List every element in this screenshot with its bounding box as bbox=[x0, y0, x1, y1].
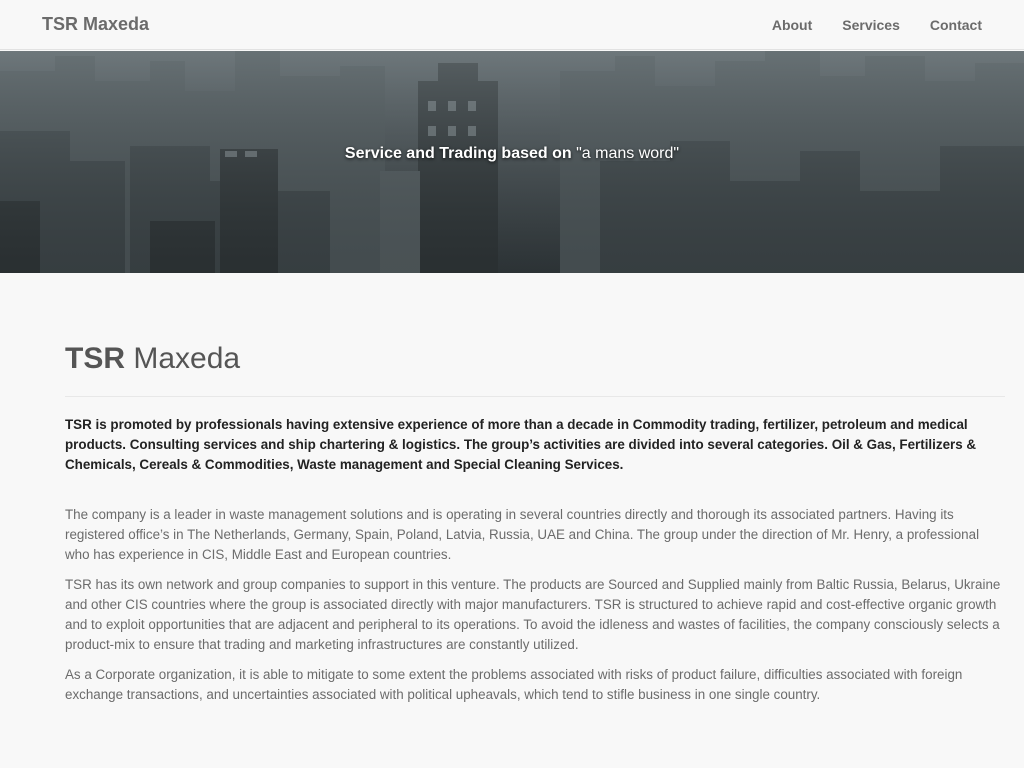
nav-link-contact[interactable]: Contact bbox=[915, 0, 982, 50]
hero-tagline: Service and Trading based on "a mans wor… bbox=[0, 145, 1024, 163]
body-paragraph-2: TSR has its own network and group compan… bbox=[65, 577, 1001, 652]
nav-links: About Services Contact bbox=[757, 0, 982, 50]
hero-banner: Service and Trading based on "a mans wor… bbox=[0, 51, 1024, 273]
divider bbox=[65, 396, 1005, 397]
page-title-bold: TSR bbox=[65, 342, 125, 375]
lead-paragraph: TSR is promoted by professionals having … bbox=[65, 417, 977, 472]
body-paragraph-1: The company is a leader in waste managem… bbox=[65, 507, 980, 562]
hero-tagline-quote: "a mans word" bbox=[576, 145, 680, 162]
page-title-rest: Maxeda bbox=[133, 342, 241, 375]
nav-link-about[interactable]: About bbox=[757, 0, 827, 50]
brand-link[interactable]: TSR Maxeda bbox=[42, 14, 149, 35]
page-title: TSR Maxeda bbox=[65, 334, 1005, 384]
hero-tagline-bold: Service and Trading based on bbox=[344, 145, 572, 162]
navbar: TSR Maxeda About Services Contact bbox=[0, 0, 1024, 50]
body-paragraph-3: As a Corporate organization, it is able … bbox=[65, 667, 963, 702]
main-content: TSR Maxeda TSR is promoted by profession… bbox=[65, 334, 1005, 715]
nav-link-services[interactable]: Services bbox=[827, 0, 915, 50]
